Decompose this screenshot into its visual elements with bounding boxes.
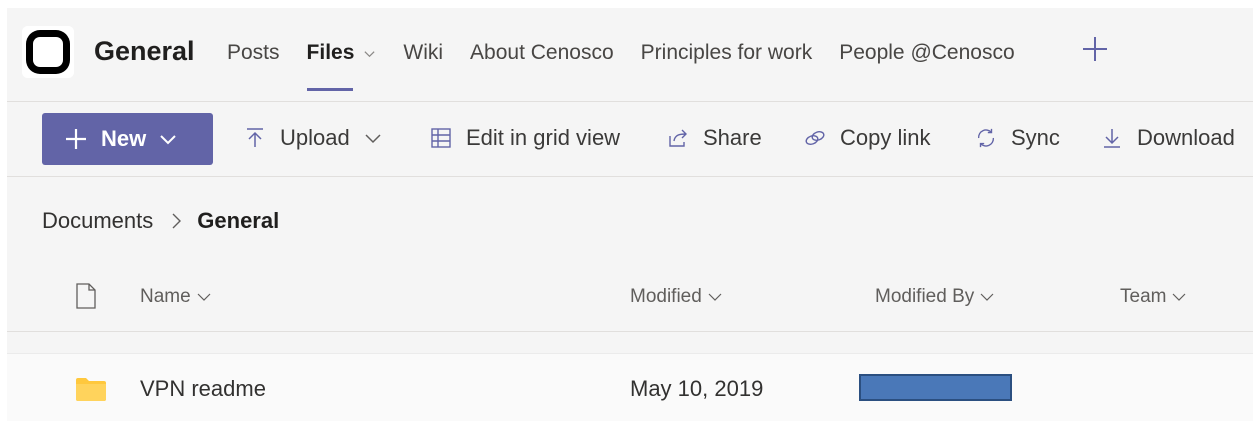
team-avatar[interactable] xyxy=(22,26,74,78)
chevron-down-icon[interactable] xyxy=(363,47,376,60)
grid-icon xyxy=(431,128,451,148)
copy-link-label: Copy link xyxy=(840,125,931,150)
breadcrumb: Documents General xyxy=(42,208,279,234)
channel-tabs: Posts Files Wiki About Cenosco Principle… xyxy=(227,41,1042,91)
chevron-down-icon xyxy=(160,135,176,145)
upload-icon xyxy=(247,128,263,147)
divider xyxy=(7,176,1253,177)
breadcrumb-current: General xyxy=(197,208,280,233)
download-label: Download xyxy=(1137,125,1235,150)
chevron-down-icon xyxy=(1173,293,1186,301)
tab-label: Principles for work xyxy=(640,41,813,64)
share-button[interactable]: Share xyxy=(667,125,762,151)
channel-header: General Posts Files Wiki About Cenosco P… xyxy=(7,8,1253,101)
tab-wiki[interactable]: Wiki xyxy=(403,41,443,65)
plus-icon xyxy=(66,129,86,149)
chevron-down-icon xyxy=(980,293,994,301)
column-label: Team xyxy=(1120,286,1167,307)
command-bar: New Upload Edit in grid view Share Copy … xyxy=(7,102,1253,176)
download-icon xyxy=(1104,129,1120,148)
edit-grid-button[interactable]: Edit in grid view xyxy=(430,125,620,151)
download-button[interactable]: Download xyxy=(1101,125,1235,151)
share-label: Share xyxy=(703,125,762,150)
new-button-label: New xyxy=(101,126,147,151)
upload-label: Upload xyxy=(280,125,350,150)
share-icon xyxy=(669,129,687,147)
channel-title: General xyxy=(94,36,195,66)
column-header-modified-by[interactable]: Modified By xyxy=(875,286,994,308)
tab-principles[interactable]: Principles for work xyxy=(641,41,813,65)
tab-label: Files xyxy=(306,41,355,64)
sync-label: Sync xyxy=(1011,125,1060,150)
modified-date: May 10, 2019 xyxy=(630,376,764,401)
column-label: Modified xyxy=(630,286,702,307)
tab-about[interactable]: About Cenosco xyxy=(470,41,614,65)
add-tab-button[interactable] xyxy=(1080,34,1110,64)
sync-icon xyxy=(977,128,995,148)
column-header-team[interactable]: Team xyxy=(1120,286,1186,308)
team-logo-icon xyxy=(22,26,74,78)
sync-button[interactable]: Sync xyxy=(975,125,1060,151)
tab-label: Posts xyxy=(227,41,280,64)
chevron-down-icon xyxy=(708,293,722,301)
column-header-name[interactable]: Name xyxy=(140,286,211,308)
file-name[interactable]: VPN readme xyxy=(140,376,266,402)
file-type-icon[interactable] xyxy=(75,282,97,310)
column-header-modified[interactable]: Modified xyxy=(630,286,722,308)
new-button[interactable]: New xyxy=(42,113,213,165)
redacted-modified-by xyxy=(859,374,1012,401)
edit-grid-label: Edit in grid view xyxy=(466,125,621,150)
tab-label: About Cenosco xyxy=(470,41,614,64)
breadcrumb-root[interactable]: Documents xyxy=(42,208,153,234)
chevron-right-icon xyxy=(172,213,182,229)
column-label: Modified By xyxy=(875,286,975,307)
tab-label: Wiki xyxy=(403,41,444,64)
chevron-down-icon xyxy=(365,134,381,144)
teams-files-view: General Posts Files Wiki About Cenosco P… xyxy=(7,8,1253,421)
chevron-down-icon xyxy=(197,293,211,301)
tab-label: People @Cenosco xyxy=(839,41,1015,64)
divider xyxy=(7,331,1253,332)
column-label: Name xyxy=(140,286,191,307)
plus-icon xyxy=(1083,37,1107,61)
link-icon xyxy=(805,131,825,145)
tab-files[interactable]: Files xyxy=(306,41,377,91)
tab-posts[interactable]: Posts xyxy=(227,41,280,65)
folder-icon xyxy=(76,378,106,401)
upload-button[interactable]: Upload xyxy=(244,125,382,151)
tab-people[interactable]: People @Cenosco xyxy=(839,41,1014,65)
copy-link-button[interactable]: Copy link xyxy=(804,125,930,151)
